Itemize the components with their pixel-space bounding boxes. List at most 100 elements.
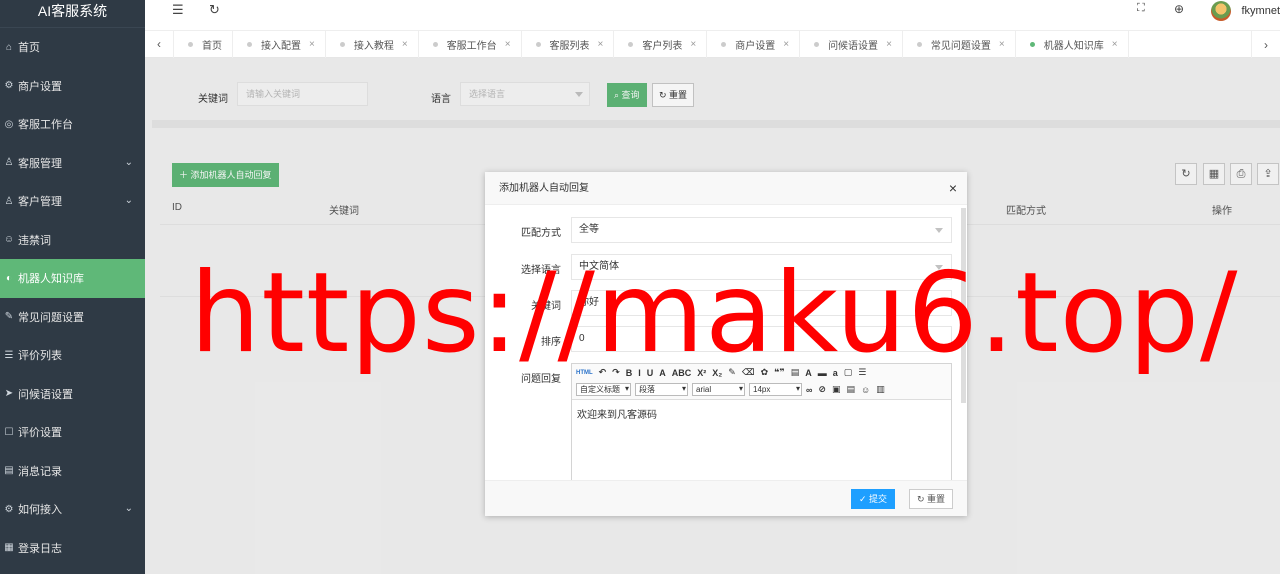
- modal-title: 添加机器人自动回复: [485, 172, 967, 205]
- headset-icon: ◎: [4, 118, 14, 130]
- editor-tool-icon[interactable]: ▣: [832, 384, 841, 395]
- close-icon[interactable]: ×: [949, 180, 957, 196]
- username: fkymnet: [1241, 5, 1280, 17]
- sidebar-item[interactable]: ☺ 违禁词: [0, 221, 145, 260]
- editor-tool-icon[interactable]: ∞: [806, 385, 812, 395]
- refresh-icon[interactable]: ↻: [209, 2, 220, 18]
- watermark-text: https://maku6.top/: [190, 249, 1239, 378]
- log-icon: ▦: [4, 542, 14, 554]
- chevron-down-icon: ⌄: [124, 503, 133, 514]
- chevron-down-icon: ⌄: [124, 195, 133, 206]
- tab[interactable]: 机器人知识库 ×: [1016, 30, 1129, 58]
- top-header: ☰ ↻ ⛶ ⊕ fkymnet: [145, 0, 1280, 30]
- sidebar-item-label: 常见问题设置: [18, 311, 84, 324]
- tab-status-dot: [535, 41, 541, 47]
- editor-toolbar-row-2: 自定义标题段落 arial 14px ∞ ⊘ ▣ ▤ ☺ ▥: [576, 383, 891, 396]
- tab-status-dot: [432, 41, 438, 47]
- tab[interactable]: 客服列表 ×: [522, 30, 615, 58]
- check-icon: ✓: [859, 494, 870, 504]
- tab-status-dot: [1029, 41, 1035, 47]
- tab[interactable]: 客户列表 ×: [614, 30, 708, 58]
- sidebar-item[interactable]: ☰ 评价列表: [0, 336, 145, 375]
- message-icon: ▤: [4, 465, 14, 477]
- sidebar-item[interactable]: ♙ 客户管理 ⌄: [0, 182, 145, 221]
- editor-format-select[interactable]: arial: [692, 383, 745, 396]
- tabs-prev-icon[interactable]: ‹: [145, 30, 174, 58]
- submit-button[interactable]: ✓ 提交: [851, 489, 896, 509]
- tab[interactable]: 接入教程 ×: [326, 30, 419, 58]
- sidebar-item-label: 登录日志: [18, 542, 62, 555]
- match-value: 全等: [579, 224, 599, 235]
- tab-close-icon[interactable]: ×: [690, 39, 696, 50]
- editor-tool-icon[interactable]: ▥: [876, 384, 885, 395]
- editor-tool-icon[interactable]: ☺: [861, 385, 870, 395]
- sidebar-item[interactable]: ⚙ 商户设置: [0, 67, 145, 106]
- reset-icon: ↻: [917, 494, 928, 504]
- tab-close-icon[interactable]: ×: [783, 39, 789, 50]
- tab-label: 客服列表: [549, 40, 590, 52]
- fullscreen-icon[interactable]: ⛶: [1137, 2, 1145, 15]
- tab-status-dot: [247, 41, 252, 47]
- tab-status-dot: [339, 41, 345, 47]
- user-menu[interactable]: fkymnet: [1211, 0, 1280, 22]
- edit-icon: ✎: [4, 311, 14, 323]
- match-label: 匹配方式: [521, 228, 561, 239]
- tab-close-icon[interactable]: ×: [505, 39, 511, 50]
- sidebar-item[interactable]: ➤ 问候语设置: [0, 375, 145, 414]
- tab[interactable]: 常见问题设置 ×: [903, 30, 1016, 58]
- list-icon: ☰: [4, 349, 14, 361]
- robot-icon: ◐: [5, 272, 13, 284]
- menu-toggle-icon[interactable]: ☰: [172, 2, 184, 18]
- tab[interactable]: 商户设置 ×: [707, 30, 801, 58]
- tab[interactable]: 问候语设置 ×: [800, 30, 903, 58]
- modal-reset-button[interactable]: ↻ 重置: [909, 489, 954, 509]
- gear-icon: ⚙: [4, 80, 14, 92]
- editor-format-select[interactable]: 14px: [749, 383, 802, 396]
- tab[interactable]: 首页: [174, 30, 233, 58]
- tab-status-dot: [814, 41, 820, 47]
- sidebar-item[interactable]: ▤ 消息记录: [0, 452, 145, 491]
- sidebar-item-label: 客服管理: [18, 157, 62, 170]
- tab-close-icon[interactable]: ×: [309, 39, 315, 50]
- sidebar-item-label: 客户管理: [18, 196, 62, 209]
- tab-close-icon[interactable]: ×: [886, 39, 892, 50]
- editor-tool-icon[interactable]: ▤: [846, 384, 855, 395]
- sidebar-item-label: 评价设置: [18, 427, 62, 440]
- sidebar-item[interactable]: ⚙ 如何接入 ⌄: [0, 490, 145, 529]
- sidebar-item-label: 机器人知识库: [18, 273, 84, 286]
- app-logo-title: AI客服系统: [0, 0, 145, 28]
- modal-footer: ✓ 提交 ↻ 重置: [485, 480, 967, 516]
- chevron-down-icon: ⌄: [124, 156, 133, 168]
- sidebar-item[interactable]: ☐ 评价设置: [0, 413, 145, 452]
- tabs-next-icon[interactable]: ›: [1251, 31, 1280, 58]
- tab-close-icon[interactable]: ×: [402, 39, 408, 50]
- editor-format-select[interactable]: 自定义标题: [576, 383, 631, 396]
- tab[interactable]: 客服工作台 ×: [419, 30, 522, 58]
- tab-label: 问候语设置: [828, 40, 879, 52]
- sidebar-item[interactable]: ◐ 机器人知识库: [0, 259, 145, 298]
- modal-reset-button-label: 重置: [927, 494, 946, 504]
- match-select[interactable]: 全等: [571, 217, 952, 243]
- tab-label: 首页: [202, 40, 222, 52]
- sidebar-item-label: 商户设置: [18, 80, 62, 93]
- tab-close-icon[interactable]: ×: [1112, 39, 1118, 50]
- send-icon: ➤: [4, 388, 14, 400]
- smile-icon: ☺: [3, 234, 15, 246]
- avatar: [1211, 1, 1232, 21]
- sidebar-menu: ⌂ 首页 ⚙ 商户设置 ◎ 客服工作台 ♙ 客服管理 ⌄ ♙ 客户管理 ⌄ ☺ 违禁词 ◐ 机器人知识库 ✎ 常见…: [0, 28, 145, 567]
- sidebar-item[interactable]: ✎ 常见问题设置: [0, 298, 145, 337]
- sidebar-item[interactable]: ◎ 客服工作台: [0, 105, 145, 144]
- editor-format-select[interactable]: 段落: [635, 383, 688, 396]
- rich-text-editor[interactable]: HTML↶↷BIUAABCX²X₂✎⌫✿❝❞▤A▬a▢☰ 自定义标题段落aria…: [571, 363, 952, 481]
- tab-close-icon[interactable]: ×: [598, 39, 604, 50]
- sidebar-item[interactable]: ⌂ 首页: [0, 28, 145, 67]
- sidebar-item[interactable]: ♙ 客服管理 ⌄: [0, 144, 145, 183]
- globe-icon[interactable]: ⊕: [1174, 2, 1184, 16]
- sidebar: AI客服系统 ⌂ 首页 ⚙ 商户设置 ◎ 客服工作台 ♙ 客服管理 ⌄ ♙ 客户管理 ⌄ ☺ 违禁词 ◐ 机器…: [0, 0, 145, 574]
- sidebar-item[interactable]: ▦ 登录日志: [0, 529, 145, 568]
- tab[interactable]: 接入配置 ×: [233, 30, 326, 58]
- tab-close-icon[interactable]: ×: [999, 39, 1005, 50]
- editor-content[interactable]: 欢迎来到凡客源码: [572, 400, 951, 427]
- editor-tool-icon[interactable]: ⊘: [818, 384, 826, 395]
- home-icon: ⌂: [5, 41, 13, 53]
